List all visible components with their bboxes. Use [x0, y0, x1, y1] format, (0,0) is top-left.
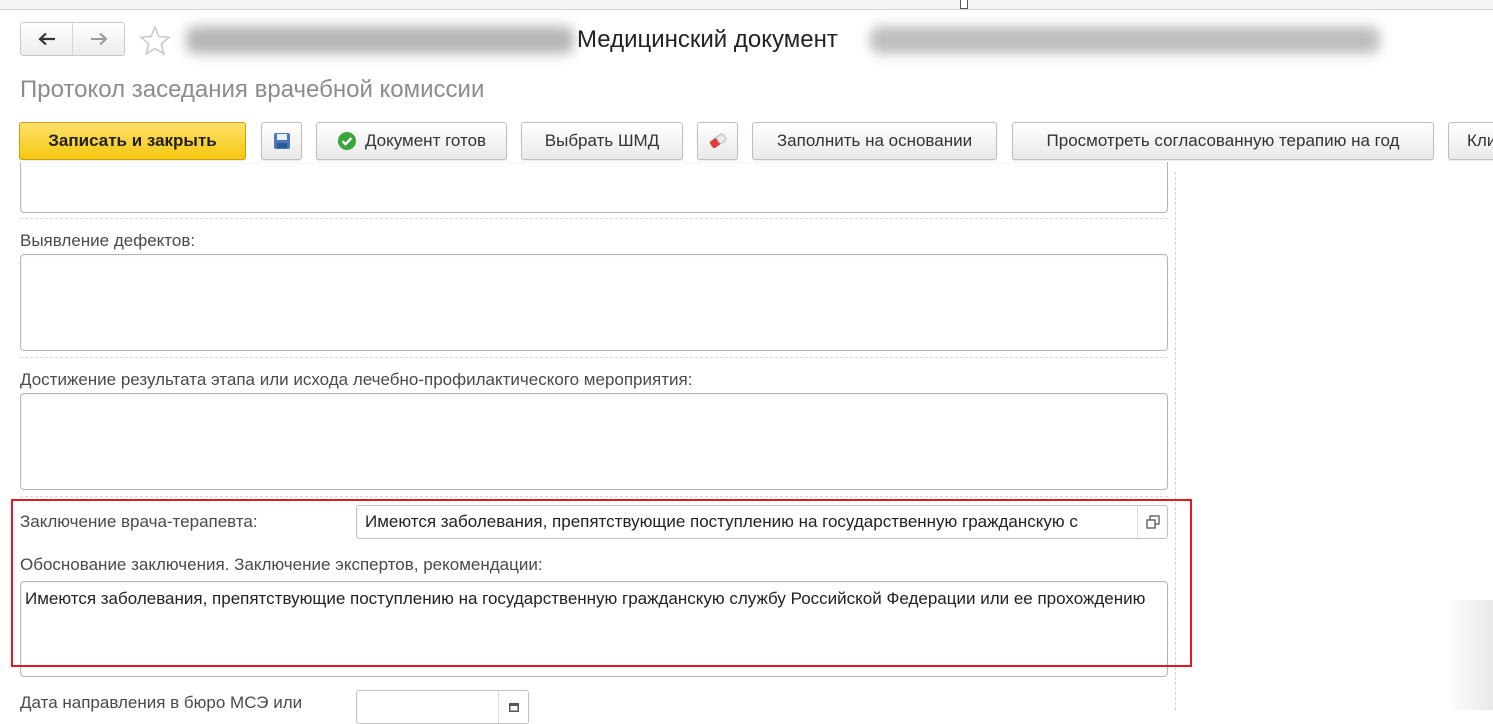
save-and-close-button[interactable]: Записать и закрыть	[19, 122, 246, 160]
choose-template-button[interactable]: Выбрать ШМД	[521, 122, 683, 160]
calendar-icon	[508, 703, 519, 712]
favorite-star-button[interactable]	[138, 24, 172, 58]
eraser-button[interactable]	[697, 122, 738, 160]
history-navigation	[20, 22, 125, 56]
section-divider	[20, 496, 1168, 497]
mse-date-field[interactable]	[356, 690, 529, 724]
back-arrow-icon	[37, 32, 55, 46]
result-achievement-label: Достижение результата этапа или исхода л…	[20, 370, 693, 389]
window-edge-shadow	[1445, 600, 1493, 710]
redacted-patient-name	[186, 26, 574, 54]
favorite-star-icon	[139, 24, 171, 56]
check-circle-icon	[337, 131, 357, 151]
cursor-marker-icon	[960, 0, 968, 9]
previous-text-area[interactable]	[20, 162, 1168, 213]
calendar-button[interactable]	[498, 691, 528, 723]
view-approved-therapy-button[interactable]: Просмотреть согласованную терапию на год	[1012, 122, 1434, 160]
result-achievement-text-area[interactable]	[20, 393, 1168, 490]
command-bar: Записать и закрыть Документ готов Выбрат…	[0, 122, 1493, 162]
form-title: Протокол заседания врачебной комиссии	[20, 76, 485, 103]
section-divider	[20, 218, 1168, 219]
fill-based-on-button[interactable]: Заполнить на основании	[752, 122, 997, 160]
document-ready-label: Документ готов	[364, 131, 487, 150]
window-top-strip	[0, 0, 1493, 10]
document-title: Медицинский документ	[577, 26, 838, 53]
defects-text-area[interactable]	[20, 254, 1168, 351]
save-floppy-icon	[273, 133, 290, 149]
more-toolbar-button[interactable]: Кли	[1448, 122, 1493, 160]
forward-button[interactable]	[72, 23, 124, 55]
forward-arrow-icon	[90, 32, 107, 46]
back-button[interactable]	[21, 23, 72, 55]
redacted-document-number	[870, 26, 1380, 54]
section-divider	[20, 357, 1168, 358]
save-button[interactable]	[261, 122, 302, 160]
eraser-icon	[709, 133, 727, 149]
highlight-frame	[11, 499, 1192, 667]
mse-date-label: Дата направления в бюро МСЭ или	[20, 693, 303, 712]
document-ready-button[interactable]: Документ готов	[316, 122, 507, 160]
defects-label: Выявление дефектов:	[20, 231, 196, 250]
